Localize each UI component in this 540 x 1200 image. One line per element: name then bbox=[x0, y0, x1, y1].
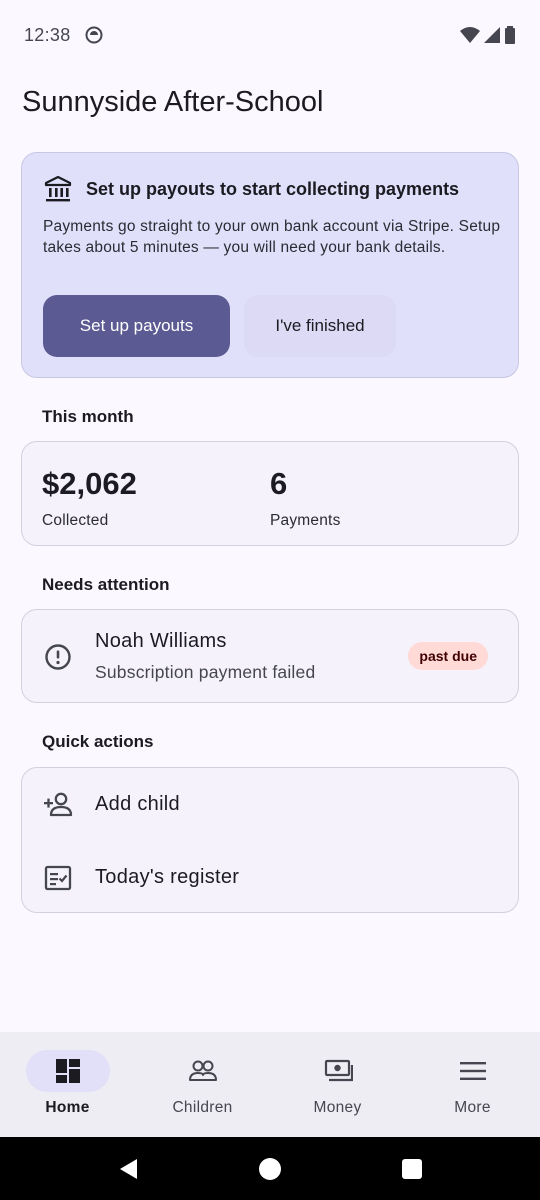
attention-name: Noah Williams bbox=[95, 630, 227, 652]
collected-value: $2,062 bbox=[42, 466, 137, 501]
setup-payouts-button[interactable]: Set up payouts bbox=[43, 295, 230, 357]
nav-item-children-pill bbox=[161, 1050, 245, 1092]
payments-icon bbox=[324, 1059, 353, 1082]
payout-card-description: Payments go straight to your own bank ac… bbox=[43, 218, 501, 256]
recents-square-icon[interactable] bbox=[401, 1158, 423, 1180]
menu-icon bbox=[459, 1062, 486, 1080]
payout-setup-card: Set up payouts to start collecting payme… bbox=[21, 152, 519, 378]
group-icon bbox=[188, 1060, 217, 1081]
todays-register-label: Today's register bbox=[95, 866, 240, 888]
attention-detail: Subscription payment failed bbox=[95, 662, 316, 682]
todays-register-action[interactable]: Today's register bbox=[22, 841, 518, 914]
nav-active-indicator bbox=[25, 1050, 110, 1092]
payments-value: 6 bbox=[270, 466, 288, 501]
nav-label-home: Home bbox=[45, 1099, 90, 1116]
stat-collected: $2,062 Collected bbox=[42, 464, 137, 530]
nav-label-more: More bbox=[454, 1099, 491, 1116]
finished-button[interactable]: I've finished bbox=[244, 295, 396, 357]
nav-item-home[interactable]: Home bbox=[0, 1032, 135, 1137]
collected-label: Collected bbox=[42, 512, 109, 529]
person-add-icon bbox=[44, 792, 73, 816]
section-needs-attention: Needs attention bbox=[42, 575, 170, 594]
page-title: Sunnyside After-School bbox=[22, 86, 324, 118]
add-child-label: Add child bbox=[95, 793, 180, 815]
nav-item-money-pill bbox=[296, 1050, 380, 1092]
nav-item-more-pill bbox=[431, 1050, 515, 1092]
quick-actions-card: Add child Today's register bbox=[21, 767, 519, 913]
nav-label-children: Children bbox=[172, 1099, 233, 1116]
bank-icon bbox=[44, 175, 72, 202]
alert-circle-icon bbox=[45, 644, 71, 670]
payments-label: Payments bbox=[270, 512, 341, 529]
notification-app-icon bbox=[85, 26, 103, 44]
payout-card-header: Set up payouts to start collecting payme… bbox=[44, 175, 459, 203]
system-navigation-bar bbox=[0, 1137, 540, 1200]
status-time: 12:38 bbox=[24, 24, 71, 45]
back-icon[interactable] bbox=[117, 1157, 139, 1181]
section-quick-actions: Quick actions bbox=[42, 732, 154, 751]
cellular-signal-icon bbox=[484, 27, 500, 43]
nav-item-money[interactable]: Money bbox=[270, 1032, 405, 1137]
nav-item-children[interactable]: Children bbox=[135, 1032, 270, 1137]
attention-item[interactable]: Noah Williams Subscription payment faile… bbox=[21, 609, 519, 703]
wifi-icon bbox=[460, 27, 480, 43]
stat-payments: 6 Payments bbox=[270, 464, 341, 530]
this-month-card: $2,062 Collected 6 Payments bbox=[21, 441, 519, 546]
nav-label-money: Money bbox=[313, 1099, 362, 1116]
home-circle-icon[interactable] bbox=[258, 1157, 282, 1181]
payout-card-title: Set up payouts to start collecting payme… bbox=[86, 178, 460, 199]
bottom-navigation: Home Children Money More bbox=[0, 1032, 540, 1137]
section-this-month: This month bbox=[42, 407, 134, 426]
dashboard-icon bbox=[55, 1059, 80, 1083]
nav-item-more[interactable]: More bbox=[405, 1032, 540, 1137]
status-bar: 12:38 bbox=[0, 0, 540, 70]
add-child-action[interactable]: Add child bbox=[22, 768, 518, 841]
checklist-icon bbox=[44, 865, 72, 890]
battery-icon bbox=[505, 26, 515, 44]
status-badge: past due bbox=[408, 642, 488, 670]
